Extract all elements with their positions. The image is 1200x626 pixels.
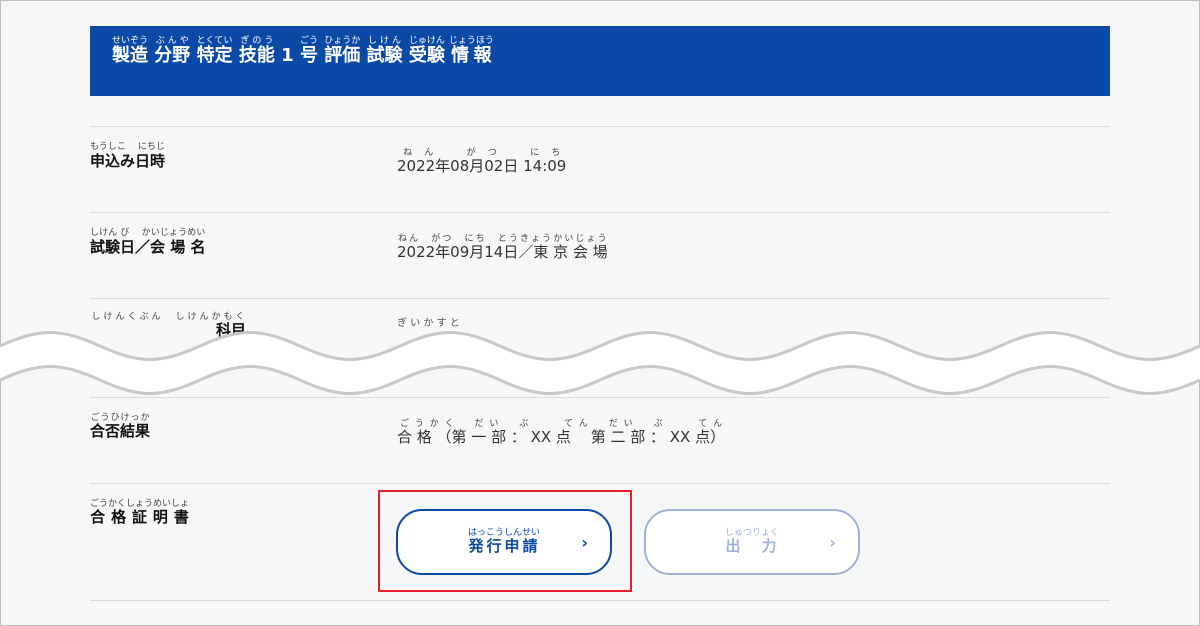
row-divider (90, 212, 1110, 213)
title-segment: 試験しけん (366, 36, 403, 66)
title-segment: 技能ぎのう (238, 36, 275, 66)
application-datetime-label: 申込み日時もうしこ にちじ (90, 142, 166, 170)
row-divider (90, 483, 1110, 484)
row-divider (90, 397, 1110, 398)
page-header: 製造せいぞう 分野ぶんや 特定とくてい 技能ぎのう 1 号ごう 評価ひょうか 試… (90, 26, 1110, 96)
title-segment: 号ごう (299, 36, 318, 66)
exam-date-venue-label: 試験日／会 場 名しけん び かいじょうめい (90, 228, 206, 256)
exam-date-venue-value: 2022年09月14日／東 京 会 場ねん がつ にち とうきょうかいじょう (397, 234, 608, 261)
page-title: 製造せいぞう 分野ぶんや 特定とくてい 技能ぎのう 1 号ごう 評価ひょうか 試… (112, 36, 1110, 67)
title-segment: 特定とくてい (196, 36, 233, 66)
title-segment: 分野ぶんや (154, 36, 191, 66)
title-segment: 1 (281, 45, 294, 66)
chevron-right-icon: › (581, 533, 590, 552)
application-datetime-value: 2022年08月02日 14:09ねん がつ にち (397, 148, 567, 175)
row-divider (90, 298, 1110, 299)
issue-request-button[interactable]: 発行申請はっこうしんせい › (396, 509, 612, 575)
title-segment: 製造せいぞう (112, 36, 149, 66)
chevron-right-icon: › (829, 533, 838, 552)
title-segment: 評価ひょうか (324, 36, 361, 66)
row-divider (90, 600, 1110, 601)
row-divider (90, 126, 1110, 127)
pass-fail-value: 合 格 （第 一 部 ： XX 点 第 二 部 ： XX 点）ごうかく だい ぶ… (397, 419, 726, 446)
output-button[interactable]: 出 力しゅつりょく › (644, 509, 860, 575)
torn-section-break (0, 331, 1200, 395)
title-segment: 情報じょうほう (448, 36, 494, 66)
title-segment: 受験じゅけん (408, 36, 445, 66)
pass-fail-label: 合否結果ごうひけっか (90, 413, 151, 440)
certificate-label: 合 格 証 明 書ごうかくしょうめいしょ (90, 499, 190, 526)
